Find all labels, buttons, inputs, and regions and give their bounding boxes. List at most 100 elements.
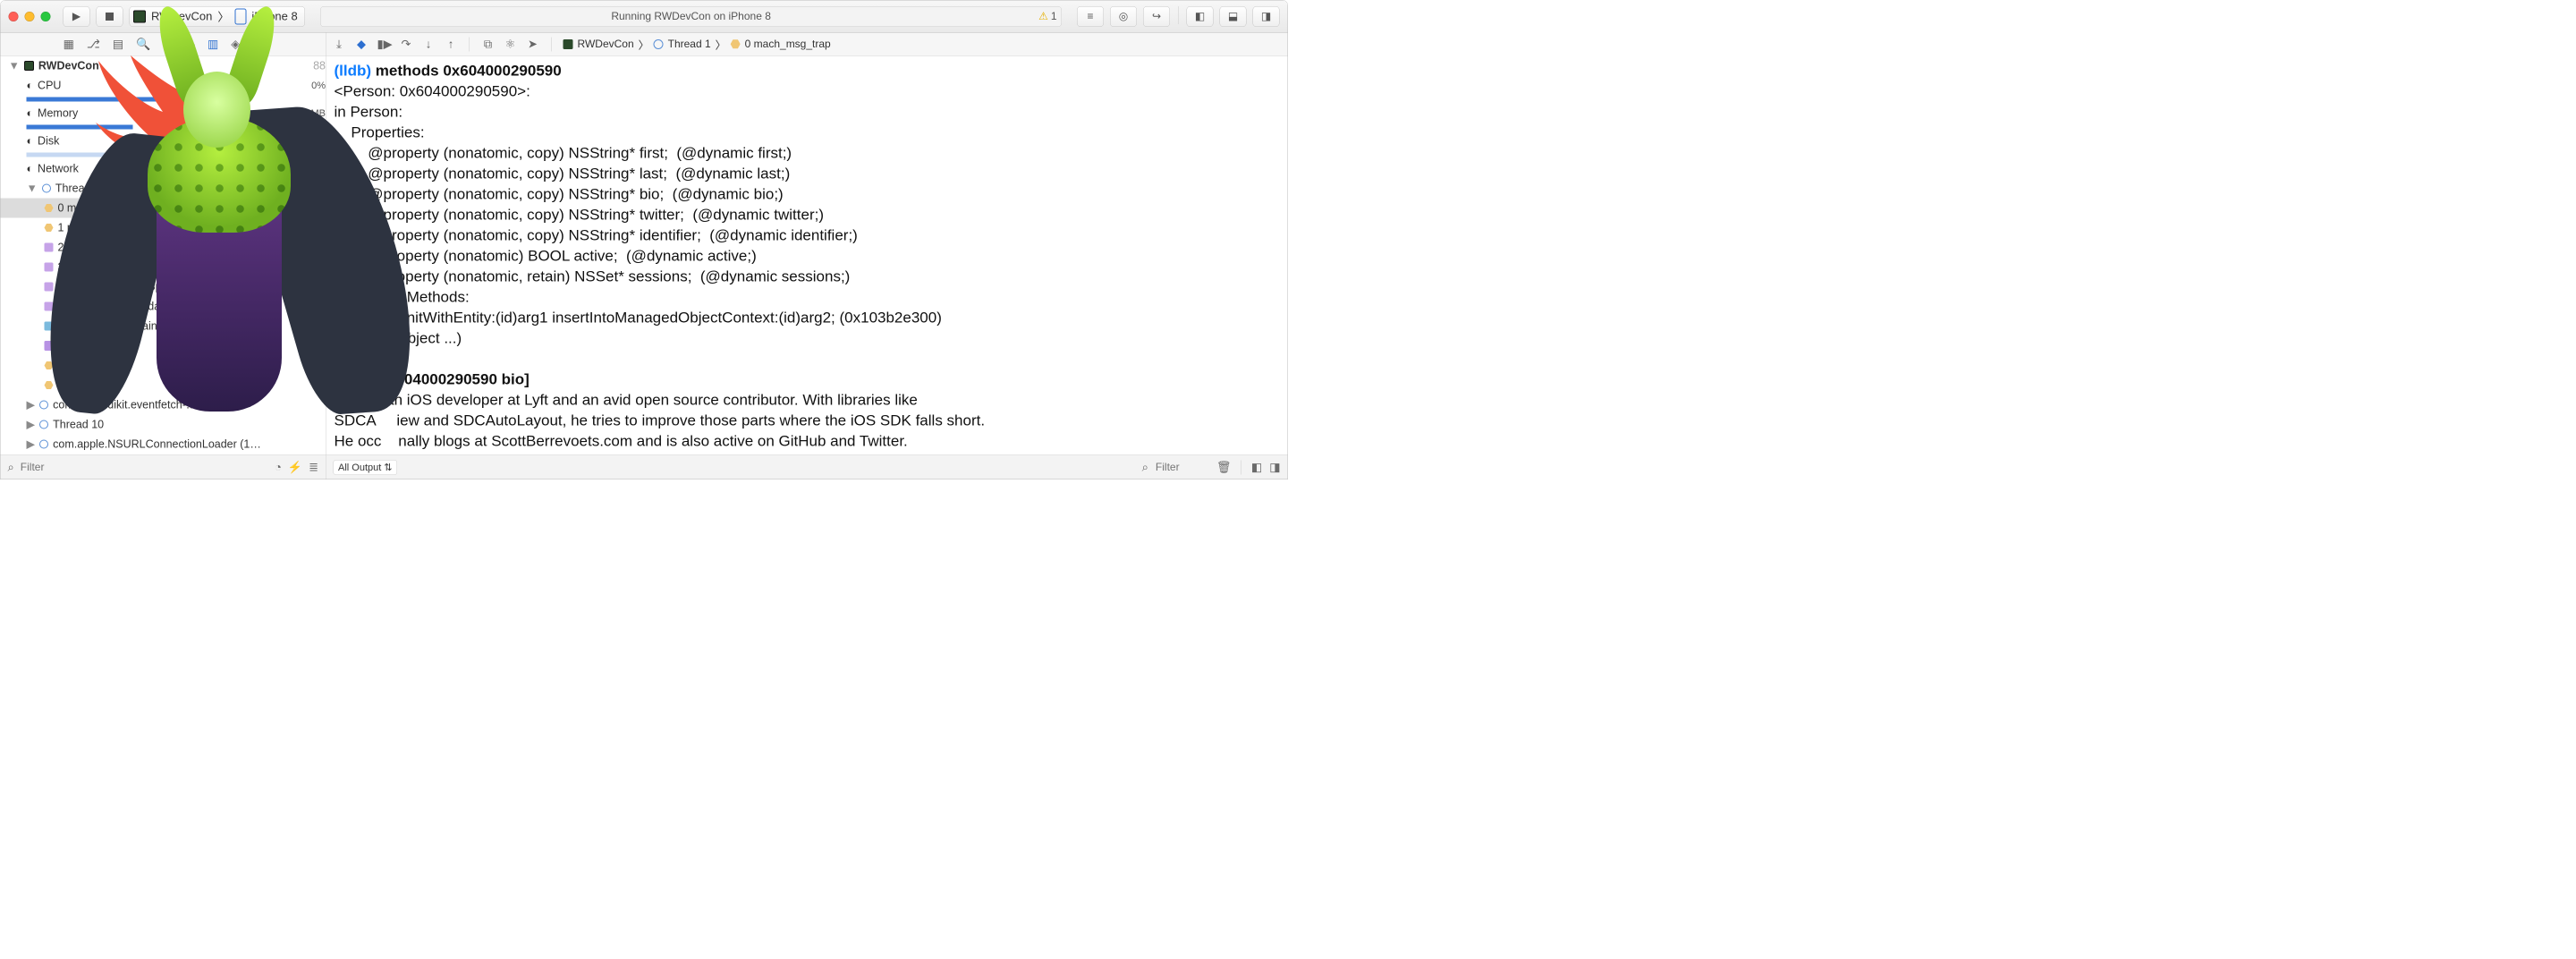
- step-into-button[interactable]: ↓: [422, 38, 436, 52]
- thread-label: Thread 10: [53, 418, 104, 431]
- stack-frame-row[interactable]: 4 CFRunLoopRunSpecific: [1, 277, 326, 297]
- console-filter-input[interactable]: [1156, 461, 1209, 473]
- standard-editor-button[interactable]: ≡: [1077, 6, 1104, 27]
- scheme-device-name: iPhone 8: [251, 10, 297, 24]
- source-control-nav-icon[interactable]: ⎇: [87, 38, 100, 52]
- test-nav-icon[interactable]: ◇: [186, 38, 195, 52]
- console-line: @property (nonatomic, copy) NSString* id…: [335, 227, 858, 244]
- step-out-button[interactable]: ↑: [445, 38, 458, 52]
- toggle-bottom-panel-button[interactable]: ⬓: [1220, 6, 1247, 27]
- status-text: Running RWDevCon on iPhone 8: [611, 10, 771, 22]
- cpu-gauge-row[interactable]: ◐ CPU 0%: [1, 76, 326, 96]
- debug-tree[interactable]: ▼ RWDevCon 88 ◐ CPU 0% ◐ Memory MB: [1, 56, 326, 455]
- frame-label: 7 main: [59, 339, 93, 352]
- process-title: RWDevCon: [38, 59, 99, 72]
- hide-debug-area-button[interactable]: ⤓: [333, 37, 346, 51]
- thread-label: com.apple.NSURLConnectionLoader (1…: [53, 437, 261, 451]
- output-scope-selector[interactable]: All Output ⇅: [334, 460, 398, 475]
- console-line: @property (nonatomic, retain) NSSet* ses…: [335, 268, 851, 285]
- stack-frame-row[interactable]: 0 mach_msg_trap: [1, 199, 326, 218]
- stack-frame-row[interactable]: 5 GSEventRunModal: [1, 297, 326, 317]
- continue-button[interactable]: ▮▶: [377, 38, 391, 52]
- minimize-window-button[interactable]: [25, 12, 35, 21]
- crash-filter-icon[interactable]: ⚡: [288, 461, 302, 475]
- toggle-right-panel-button[interactable]: ◨: [1253, 6, 1280, 27]
- disclosure-icon[interactable]: ▼: [27, 182, 38, 195]
- stack-frame-row[interactable]: 9 start: [1, 376, 326, 395]
- activity-status: Running RWDevCon on iPhone 8 ⚠︎ 1: [320, 6, 1062, 27]
- debug-path-control[interactable]: RWDevCon 〉 Thread 1 〉 0 mach_msg_trap: [564, 37, 831, 53]
- debug-memory-graph-button[interactable]: ⚛: [504, 38, 517, 52]
- project-nav-icon[interactable]: ▦: [64, 38, 74, 52]
- thread-row[interactable]: ▶com.apple.uikit.eventfetch-…: [1, 395, 326, 415]
- thread-row[interactable]: ▶ Thread 10: [1, 415, 326, 435]
- lldb-prompt: (lldb): [335, 63, 376, 80]
- run-button[interactable]: ▶: [64, 6, 90, 27]
- disclosure-icon[interactable]: ▶: [27, 437, 36, 451]
- memory-gauge-row[interactable]: ◐ Memory MB: [1, 104, 326, 123]
- frame-label: 4 CFRunLoopRunSpecific: [58, 280, 188, 293]
- disk-bar: [27, 153, 179, 157]
- version-editor-button[interactable]: ↪: [1143, 6, 1170, 27]
- close-window-button[interactable]: [9, 12, 19, 21]
- console-line: in Person:: [335, 104, 403, 121]
- disk-gauge-row[interactable]: ◐ Disk: [1, 132, 326, 151]
- network-gauge-row[interactable]: ◐ Network: [1, 159, 326, 179]
- warning-icon: ⚠︎: [1038, 10, 1048, 23]
- filter-icon[interactable]: ⌕: [8, 460, 14, 474]
- stack-frame-row[interactable]: 7 main: [1, 336, 326, 356]
- gauge-icon: ◐: [27, 134, 34, 148]
- stack-frame-row[interactable]: 8 start: [1, 356, 326, 376]
- lldb-prompt: (l: [335, 371, 360, 388]
- debug-nav-icon[interactable]: ▥: [208, 38, 218, 52]
- stack-frame-row[interactable]: 6 UIApplicationMain: [1, 317, 326, 336]
- stop-button[interactable]: [97, 6, 123, 27]
- clear-console-button[interactable]: 🗑: [1216, 461, 1232, 475]
- toggle-left-panel-button[interactable]: ◧: [1187, 6, 1214, 27]
- stack-frame-row[interactable]: 3 __CFRunLoopRun: [1, 258, 326, 277]
- lldb-console[interactable]: (lldb) methods 0x604000290590 <Person: 0…: [326, 56, 1288, 455]
- cpu-label: CPU: [38, 79, 307, 92]
- xcode-window: ▶ RWDevCon 〉 iPhone 8 Running RWDevCon o…: [0, 0, 1288, 480]
- pid-text: 88: [313, 59, 326, 72]
- scheme-selector[interactable]: RWDevCon 〉 iPhone 8: [130, 6, 306, 27]
- thread-row[interactable]: ▶ com.apple.NSURLConnectionLoader (1…: [1, 435, 326, 454]
- thread-row[interactable]: ▼ Thread 1 Queue: com.apple.m…: [1, 179, 326, 199]
- debug-navigator: ▼ RWDevCon 88 ◐ CPU 0% ◐ Memory MB: [1, 56, 326, 455]
- simulate-location-button[interactable]: ➤: [526, 38, 539, 52]
- find-nav-icon[interactable]: 🔍: [136, 38, 150, 52]
- stack-frame-row[interactable]: 2 __CFRunLoopServiceMachP…: [1, 238, 326, 258]
- step-over-button[interactable]: ↷: [400, 38, 413, 52]
- stack-frame-row[interactable]: 1 mach_msg: [1, 218, 326, 238]
- clock-filter-icon[interactable]: ◔: [275, 461, 282, 475]
- issue-nav-icon[interactable]: ⚠︎: [163, 38, 174, 52]
- path-thread: Thread 1: [668, 38, 711, 50]
- disclosure-icon[interactable]: ▶: [27, 398, 36, 412]
- disclosure-icon[interactable]: ▼: [9, 59, 20, 72]
- issue-indicator[interactable]: ⚠︎ 1: [1038, 10, 1056, 23]
- thread-icon: [39, 401, 48, 410]
- breakpoint-nav-icon[interactable]: ◈: [231, 38, 240, 52]
- breakpoints-toggle-button[interactable]: ◆: [355, 38, 369, 52]
- console-view-toggle[interactable]: ◨: [1269, 461, 1280, 475]
- frame-icon: [45, 283, 54, 292]
- navigator-filter-input[interactable]: [21, 461, 268, 473]
- variables-view-toggle[interactable]: ◧: [1251, 461, 1262, 475]
- cpu-value: 0%: [311, 80, 326, 91]
- console-line: @property (nonatomic, copy) NSString* fi…: [335, 145, 792, 162]
- process-row[interactable]: ▼ RWDevCon 88: [1, 56, 326, 76]
- frame-label: 5 GSEventRunModal: [58, 300, 163, 313]
- frame-icon: [45, 341, 55, 351]
- frame-icon: [45, 322, 54, 331]
- frame-icon: [731, 39, 741, 49]
- report-nav-icon[interactable]: ☰: [252, 38, 263, 52]
- disclosure-icon[interactable]: ▶: [27, 418, 36, 431]
- zoom-window-button[interactable]: [41, 12, 51, 21]
- path-app: RWDevCon: [578, 38, 634, 50]
- filter-icon[interactable]: ⌕: [1142, 460, 1148, 474]
- disk-label: Disk: [38, 134, 326, 148]
- thread-filter-icon[interactable]: ≣: [309, 461, 318, 475]
- assistant-editor-button[interactable]: ◎: [1110, 6, 1137, 27]
- debug-view-hierarchy-button[interactable]: ⧉: [481, 37, 495, 51]
- symbol-nav-icon[interactable]: ▤: [113, 38, 123, 52]
